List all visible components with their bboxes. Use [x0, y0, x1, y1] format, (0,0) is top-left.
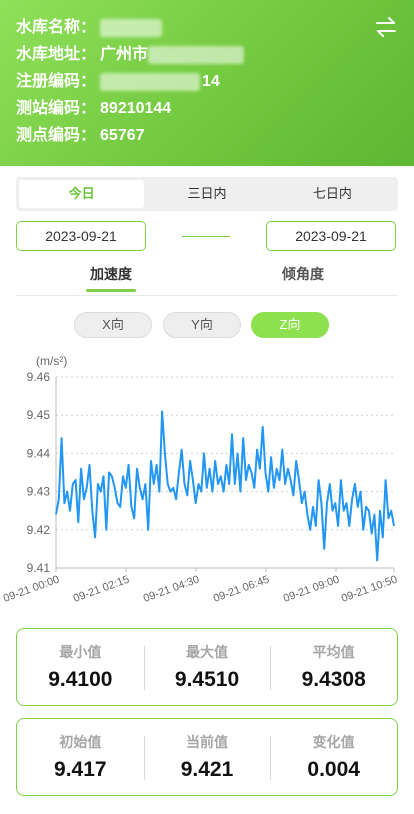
stats-card-range: 最小值 9.4100 最大值 9.4510 平均值 9.4308	[16, 628, 398, 706]
point-code-label: 测点编码：	[16, 127, 97, 144]
station-code-value: 89210144	[100, 100, 172, 117]
stat-min: 最小值 9.4100	[17, 642, 144, 692]
range-tab-three-days[interactable]: 三日内	[144, 180, 269, 208]
stat-current-value: 9.421	[180, 758, 234, 781]
x-tick-label: 09-21 09:00	[282, 574, 341, 605]
x-tick-label: 09-21 00:00	[2, 574, 61, 605]
date-range-separator	[182, 236, 230, 237]
stat-avg: 平均值 9.4308	[270, 642, 397, 692]
y-tick-label: 9.43	[27, 485, 51, 499]
stat-initial-label: 初始值	[59, 734, 102, 750]
y-tick-label: 9.45	[27, 408, 51, 422]
x-tick-label: 09-21 06:45	[212, 574, 271, 605]
tab-tilt-angle[interactable]: 倾角度	[278, 264, 328, 292]
stats-card-change: 初始值 9.417 当前值 9.421 变化值 0.004	[16, 718, 398, 796]
tab-acceleration[interactable]: 加速度	[86, 264, 136, 292]
reservoir-header: 水库名称： 水库地址： 广州市 注册编码： 14 测站编码： 89210144 …	[0, 0, 414, 166]
point-code-value: 65767	[100, 127, 145, 144]
stat-max: 最大值 9.4510	[143, 642, 271, 692]
point-code-row: 测点编码： 65767	[16, 122, 398, 149]
stat-change-value: 0.004	[307, 758, 360, 781]
x-tick-label: 09-21 04:30	[142, 574, 201, 605]
registration-code-label: 注册编码：	[16, 73, 97, 90]
reservoir-address-row: 水库地址： 广州市	[16, 41, 398, 68]
stat-current-label: 当前值	[186, 734, 228, 750]
reservoir-address-value: 广州市	[100, 46, 149, 63]
active-tab-indicator	[86, 289, 136, 292]
axis-z-button[interactable]: Z向	[251, 312, 329, 338]
stat-change-label: 变化值	[312, 734, 355, 750]
x-tick-label: 09-21 02:15	[72, 574, 131, 605]
y-tick-label: 9.42	[27, 523, 51, 537]
redacted-mask	[100, 72, 201, 91]
registration-code-value: 14	[202, 73, 220, 90]
reservoir-name-label: 水库名称：	[16, 19, 97, 36]
tab-divider	[16, 295, 398, 296]
redacted-mask	[148, 45, 245, 64]
stat-initial: 初始值 9.417	[17, 732, 144, 782]
range-tab-today[interactable]: 今日	[19, 180, 145, 208]
station-code-row: 测站编码： 89210144	[16, 95, 398, 122]
redacted-mask	[100, 18, 163, 37]
y-axis-unit-label: (m/s²)	[36, 354, 67, 368]
line-chart-svg: (m/s²) 9.46 9.45 9.44 9.43 9.42 9.4109-21 00:0…	[2, 354, 399, 605]
registration-code-row: 注册编码： 14	[16, 68, 398, 95]
y-tick-label: 9.41	[27, 561, 51, 575]
stat-min-value: 9.4100	[48, 668, 113, 691]
axis-x-button[interactable]: X向	[74, 312, 152, 338]
range-selector: 今日 三日内 七日内	[16, 177, 398, 211]
stat-initial-value: 9.417	[54, 758, 107, 781]
acceleration-chart: (m/s²) 9.46 9.45 9.44 9.43 9.42 9.41 09-21 00:0…	[0, 345, 414, 615]
start-date-picker[interactable]: 2023-09-21	[16, 221, 146, 251]
x-tick-label: 09-21 10:50	[340, 574, 399, 605]
station-code-label: 测站编码：	[16, 100, 97, 117]
stat-change: 变化值 0.004	[270, 732, 397, 782]
end-date-picker[interactable]: 2023-09-21	[266, 221, 396, 251]
y-tick-label: 9.44	[27, 446, 51, 460]
reservoir-address-label: 水库地址：	[16, 46, 97, 63]
stat-max-label: 最大值	[186, 644, 228, 660]
reservoir-name-row: 水库名称：	[16, 14, 398, 41]
stat-min-label: 最小值	[59, 644, 102, 660]
stat-avg-label: 平均值	[312, 644, 355, 660]
range-tab-seven-days[interactable]: 七日内	[270, 180, 395, 208]
stat-avg-value: 9.4308	[301, 668, 366, 691]
axis-y-button[interactable]: Y向	[163, 312, 241, 338]
y-tick-label: 9.46	[27, 370, 51, 384]
stat-current: 当前值 9.421	[143, 732, 271, 782]
swap-arrows-icon[interactable]	[374, 16, 398, 38]
stat-max-value: 9.4510	[174, 668, 240, 691]
series-line-z	[55, 410, 395, 562]
